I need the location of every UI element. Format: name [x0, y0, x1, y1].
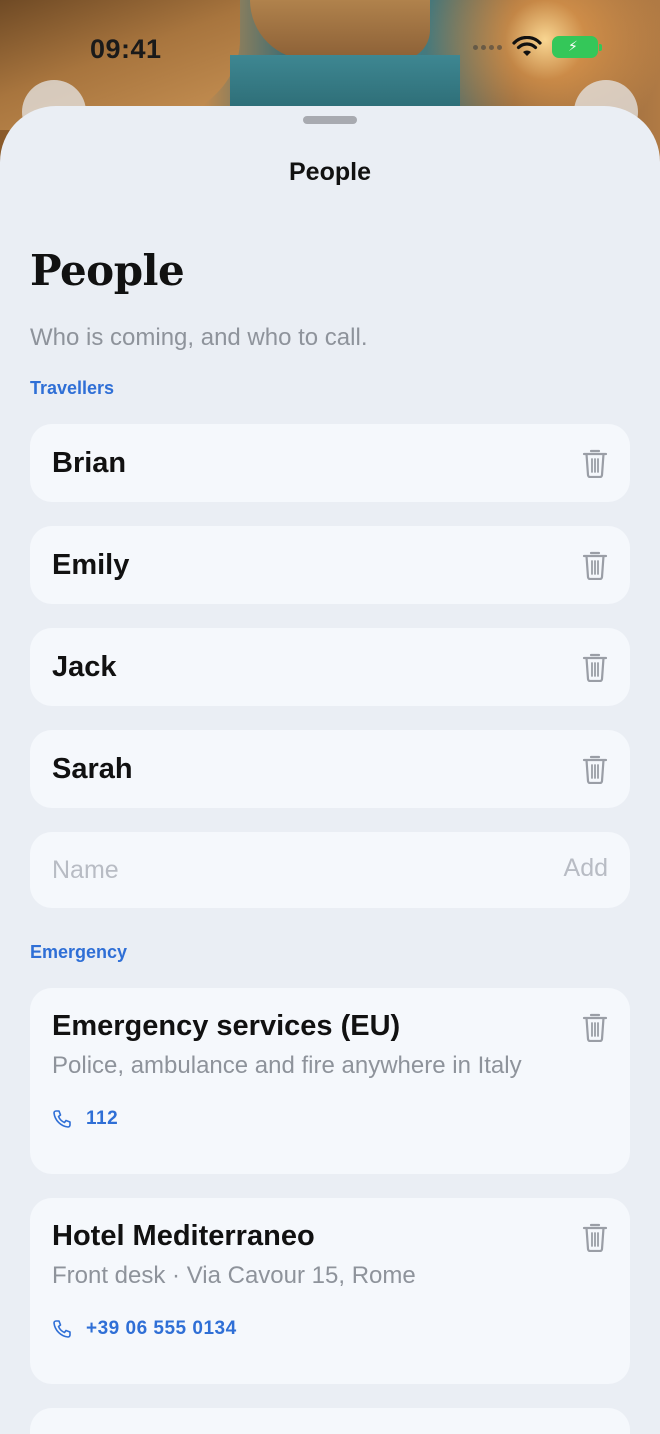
traveller-row: Emily: [30, 526, 630, 604]
phone-icon: [53, 1320, 71, 1338]
people-sheet: People People Who is coming, and who to …: [0, 106, 660, 1434]
traveller-row: Brian: [30, 424, 630, 502]
emergency-contact-card: Emergency services (EU) Police, ambulanc…: [30, 988, 630, 1174]
nav-title: People: [289, 158, 371, 186]
traveller-name: Brian: [52, 447, 127, 479]
emergency-contact-card: Hotel Mediterraneo Front desk · Via Cavo…: [30, 1198, 630, 1384]
wifi-icon: [512, 36, 542, 56]
emergency-contact-card: [30, 1408, 630, 1434]
status-icons: ⚡: [473, 36, 602, 58]
trash-icon[interactable]: [582, 1012, 608, 1042]
cellular-signal-icon: [473, 44, 502, 50]
sheet-grabber[interactable]: [303, 116, 357, 124]
add-traveller-form: Add: [30, 832, 630, 908]
contact-detail: Police, ambulance and fire anywhere in I…: [52, 1052, 522, 1079]
page-title: People: [30, 246, 185, 295]
status-time: 09:41: [90, 34, 162, 64]
contact-name: Emergency services (EU): [52, 1010, 401, 1042]
phone-number[interactable]: 112: [86, 1108, 118, 1130]
status-bar: 09:41 ⚡: [0, 0, 660, 100]
trash-icon[interactable]: [582, 754, 608, 784]
phone-number[interactable]: +39 06 555 0134: [86, 1318, 237, 1340]
phone-link[interactable]: 112: [52, 1108, 118, 1130]
phone-icon: [53, 1110, 71, 1128]
section-label-travellers: Travellers: [30, 378, 115, 398]
trash-icon[interactable]: [582, 448, 608, 478]
traveller-name-input[interactable]: [52, 850, 512, 890]
add-traveller-button[interactable]: Add: [564, 854, 608, 883]
traveller-name: Jack: [52, 651, 117, 683]
contact-detail: Front desk · Via Cavour 15, Rome: [52, 1262, 416, 1289]
page-subtitle: Who is coming, and who to call.: [30, 324, 368, 351]
trash-icon[interactable]: [582, 1222, 608, 1252]
charging-bolt-icon: ⚡: [568, 39, 578, 55]
trash-icon[interactable]: [582, 550, 608, 580]
traveller-row: Sarah: [30, 730, 630, 808]
traveller-name: Sarah: [52, 753, 133, 785]
traveller-row: Jack: [30, 628, 630, 706]
traveller-name: Emily: [52, 549, 130, 581]
contact-name: Hotel Mediterraneo: [52, 1220, 315, 1252]
phone-link[interactable]: +39 06 555 0134: [52, 1318, 237, 1340]
battery-icon: ⚡: [552, 36, 602, 58]
section-label-emergency: Emergency: [30, 942, 128, 962]
trash-icon[interactable]: [582, 652, 608, 682]
